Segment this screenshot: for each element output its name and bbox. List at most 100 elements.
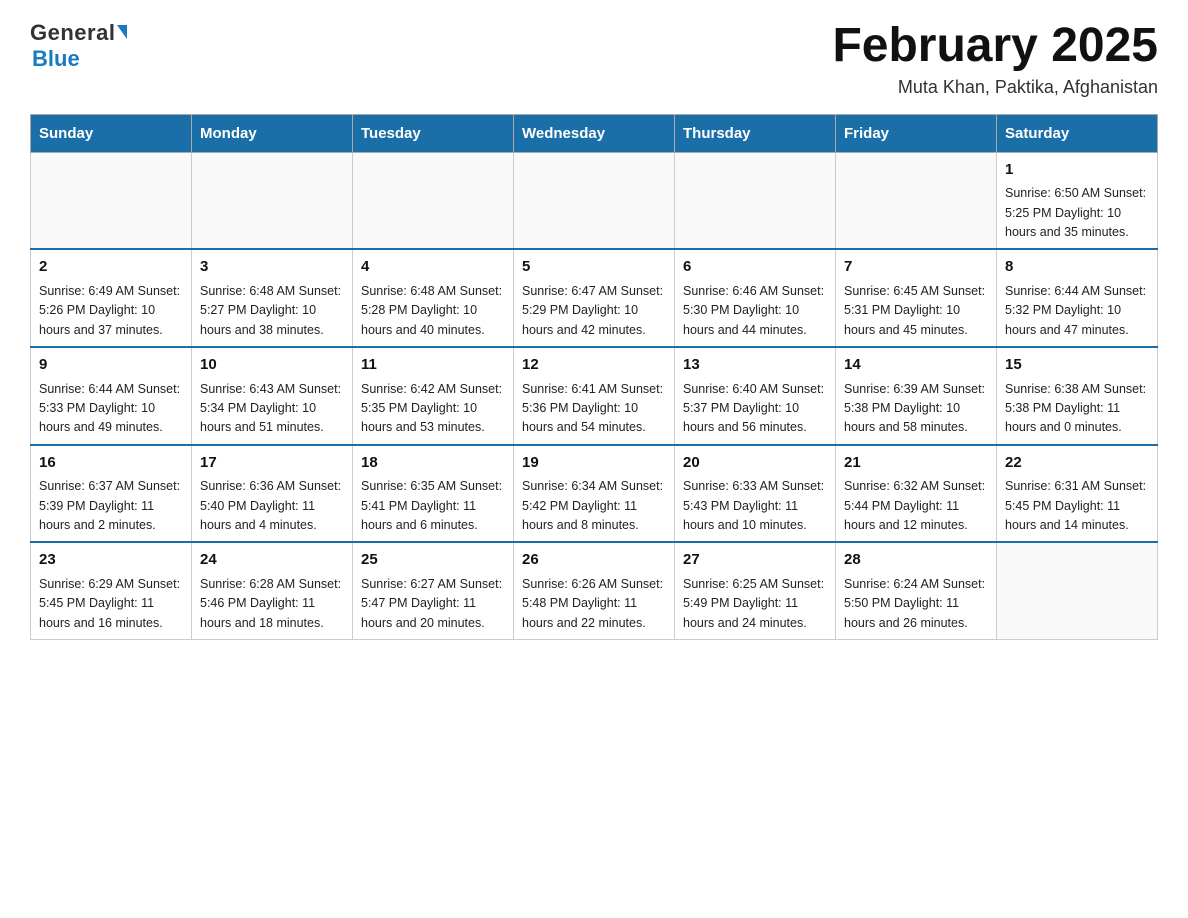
calendar-day-cell: 5 Sunrise: 6:47 AM Sunset: 5:29 PM Daylig… xyxy=(514,249,675,347)
day-info-text: Sunrise: 6:47 AM Sunset: 5:29 PM Dayligh… xyxy=(522,282,666,340)
calendar-day-cell: 17Sunrise: 6:36 AM Sunset: 5:40 PM Dayli… xyxy=(192,445,353,543)
day-info-text: Sunrise: 6:37 AM Sunset: 5:39 PM Dayligh… xyxy=(39,477,183,535)
calendar-week-row-2: 2 Sunrise: 6:49 AM Sunset: 5:26 PM Daylig… xyxy=(31,249,1158,347)
day-number: 5 xyxy=(522,256,666,279)
day-info-text: Sunrise: 6:41 AM Sunset: 5:36 PM Dayligh… xyxy=(522,380,666,438)
logo-blue-text: Blue xyxy=(32,46,80,72)
day-number: 9 xyxy=(39,354,183,377)
logo-general-text: General xyxy=(30,20,127,46)
day-info-text: Sunrise: 6:34 AM Sunset: 5:42 PM Dayligh… xyxy=(522,477,666,535)
day-number: 23 xyxy=(39,549,183,572)
calendar-day-cell: 24 Sunrise: 6:28 AM Sunset: 5:46 PM Dayli… xyxy=(192,542,353,639)
day-number: 3 xyxy=(200,256,344,279)
month-title: February 2025 xyxy=(832,20,1158,73)
day-number: 21 xyxy=(844,452,988,475)
day-info-text: Sunrise: 6:24 AM Sunset: 5:50 PM Dayligh… xyxy=(844,575,988,633)
calendar-week-row-3: 9Sunrise: 6:44 AM Sunset: 5:33 PM Daylig… xyxy=(31,347,1158,445)
day-number: 15 xyxy=(1005,354,1149,377)
calendar-day-cell xyxy=(353,152,514,249)
calendar-day-cell: 23 Sunrise: 6:29 AM Sunset: 5:45 PM Dayli… xyxy=(31,542,192,639)
day-number: 1 xyxy=(1005,159,1149,182)
day-info-text: Sunrise: 6:46 AM Sunset: 5:30 PM Dayligh… xyxy=(683,282,827,340)
calendar-header-row: SundayMondayTuesdayWednesdayThursdayFrid… xyxy=(31,114,1158,152)
day-info-text: Sunrise: 6:31 AM Sunset: 5:45 PM Dayligh… xyxy=(1005,477,1149,535)
calendar-day-cell: 20Sunrise: 6:33 AM Sunset: 5:43 PM Dayli… xyxy=(675,445,836,543)
calendar-day-cell xyxy=(836,152,997,249)
calendar-day-cell: 9Sunrise: 6:44 AM Sunset: 5:33 PM Daylig… xyxy=(31,347,192,445)
day-number: 6 xyxy=(683,256,827,279)
day-number: 26 xyxy=(522,549,666,572)
day-info-text: Sunrise: 6:36 AM Sunset: 5:40 PM Dayligh… xyxy=(200,477,344,535)
calendar-day-cell xyxy=(514,152,675,249)
calendar-header-sunday: Sunday xyxy=(31,114,192,152)
day-info-text: Sunrise: 6:42 AM Sunset: 5:35 PM Dayligh… xyxy=(361,380,505,438)
day-info-text: Sunrise: 6:43 AM Sunset: 5:34 PM Dayligh… xyxy=(200,380,344,438)
day-number: 14 xyxy=(844,354,988,377)
day-info-text: Sunrise: 6:40 AM Sunset: 5:37 PM Dayligh… xyxy=(683,380,827,438)
calendar-day-cell: 12 Sunrise: 6:41 AM Sunset: 5:36 PM Dayli… xyxy=(514,347,675,445)
day-number: 4 xyxy=(361,256,505,279)
day-number: 24 xyxy=(200,549,344,572)
calendar-week-row-5: 23 Sunrise: 6:29 AM Sunset: 5:45 PM Dayli… xyxy=(31,542,1158,639)
day-number: 13 xyxy=(683,354,827,377)
day-info-text: Sunrise: 6:27 AM Sunset: 5:47 PM Dayligh… xyxy=(361,575,505,633)
calendar-day-cell: 7 Sunrise: 6:45 AM Sunset: 5:31 PM Daylig… xyxy=(836,249,997,347)
calendar-day-cell xyxy=(675,152,836,249)
day-number: 19 xyxy=(522,452,666,475)
day-info-text: Sunrise: 6:45 AM Sunset: 5:31 PM Dayligh… xyxy=(844,282,988,340)
day-info-text: Sunrise: 6:32 AM Sunset: 5:44 PM Dayligh… xyxy=(844,477,988,535)
day-info-text: Sunrise: 6:29 AM Sunset: 5:45 PM Dayligh… xyxy=(39,575,183,633)
day-number: 2 xyxy=(39,256,183,279)
day-info-text: Sunrise: 6:38 AM Sunset: 5:38 PM Dayligh… xyxy=(1005,380,1149,438)
calendar-header-saturday: Saturday xyxy=(997,114,1158,152)
calendar-header-thursday: Thursday xyxy=(675,114,836,152)
page-header: General Blue February 2025 Muta Khan, Pa… xyxy=(30,20,1158,98)
day-info-text: Sunrise: 6:33 AM Sunset: 5:43 PM Dayligh… xyxy=(683,477,827,535)
logo: General Blue xyxy=(30,20,127,72)
calendar-week-row-4: 16Sunrise: 6:37 AM Sunset: 5:39 PM Dayli… xyxy=(31,445,1158,543)
day-info-text: Sunrise: 6:26 AM Sunset: 5:48 PM Dayligh… xyxy=(522,575,666,633)
calendar-day-cell: 4 Sunrise: 6:48 AM Sunset: 5:28 PM Daylig… xyxy=(353,249,514,347)
calendar-day-cell xyxy=(192,152,353,249)
day-info-text: Sunrise: 6:44 AM Sunset: 5:32 PM Dayligh… xyxy=(1005,282,1149,340)
day-info-text: Sunrise: 6:48 AM Sunset: 5:27 PM Dayligh… xyxy=(200,282,344,340)
calendar-header-wednesday: Wednesday xyxy=(514,114,675,152)
day-number: 8 xyxy=(1005,256,1149,279)
day-number: 20 xyxy=(683,452,827,475)
calendar-day-cell: 15 Sunrise: 6:38 AM Sunset: 5:38 PM Dayli… xyxy=(997,347,1158,445)
calendar-day-cell xyxy=(997,542,1158,639)
calendar-day-cell: 13 Sunrise: 6:40 AM Sunset: 5:37 PM Dayli… xyxy=(675,347,836,445)
day-number: 12 xyxy=(522,354,666,377)
calendar-day-cell: 22Sunrise: 6:31 AM Sunset: 5:45 PM Dayli… xyxy=(997,445,1158,543)
calendar-table: SundayMondayTuesdayWednesdayThursdayFrid… xyxy=(30,114,1158,640)
logo-arrow-icon xyxy=(117,25,127,39)
day-info-text: Sunrise: 6:39 AM Sunset: 5:38 PM Dayligh… xyxy=(844,380,988,438)
calendar-day-cell: 28Sunrise: 6:24 AM Sunset: 5:50 PM Dayli… xyxy=(836,542,997,639)
day-number: 16 xyxy=(39,452,183,475)
day-number: 18 xyxy=(361,452,505,475)
calendar-day-cell: 6 Sunrise: 6:46 AM Sunset: 5:30 PM Daylig… xyxy=(675,249,836,347)
calendar-week-row-1: 1Sunrise: 6:50 AM Sunset: 5:25 PM Daylig… xyxy=(31,152,1158,249)
calendar-day-cell: 19Sunrise: 6:34 AM Sunset: 5:42 PM Dayli… xyxy=(514,445,675,543)
calendar-day-cell: 3 Sunrise: 6:48 AM Sunset: 5:27 PM Daylig… xyxy=(192,249,353,347)
calendar-day-cell: 11 Sunrise: 6:42 AM Sunset: 5:35 PM Dayli… xyxy=(353,347,514,445)
calendar-header-friday: Friday xyxy=(836,114,997,152)
calendar-day-cell: 8 Sunrise: 6:44 AM Sunset: 5:32 PM Daylig… xyxy=(997,249,1158,347)
calendar-day-cell: 10 Sunrise: 6:43 AM Sunset: 5:34 PM Dayli… xyxy=(192,347,353,445)
calendar-day-cell: 26 Sunrise: 6:26 AM Sunset: 5:48 PM Dayli… xyxy=(514,542,675,639)
calendar-day-cell: 21Sunrise: 6:32 AM Sunset: 5:44 PM Dayli… xyxy=(836,445,997,543)
day-number: 27 xyxy=(683,549,827,572)
day-info-text: Sunrise: 6:28 AM Sunset: 5:46 PM Dayligh… xyxy=(200,575,344,633)
day-info-text: Sunrise: 6:25 AM Sunset: 5:49 PM Dayligh… xyxy=(683,575,827,633)
day-info-text: Sunrise: 6:49 AM Sunset: 5:26 PM Dayligh… xyxy=(39,282,183,340)
calendar-day-cell: 2 Sunrise: 6:49 AM Sunset: 5:26 PM Daylig… xyxy=(31,249,192,347)
day-number: 22 xyxy=(1005,452,1149,475)
day-number: 17 xyxy=(200,452,344,475)
logo-general-label: General xyxy=(30,20,115,46)
day-number: 7 xyxy=(844,256,988,279)
title-section: February 2025 Muta Khan, Paktika, Afghan… xyxy=(832,20,1158,98)
day-info-text: Sunrise: 6:48 AM Sunset: 5:28 PM Dayligh… xyxy=(361,282,505,340)
calendar-day-cell: 25Sunrise: 6:27 AM Sunset: 5:47 PM Dayli… xyxy=(353,542,514,639)
day-number: 10 xyxy=(200,354,344,377)
day-number: 11 xyxy=(361,354,505,377)
